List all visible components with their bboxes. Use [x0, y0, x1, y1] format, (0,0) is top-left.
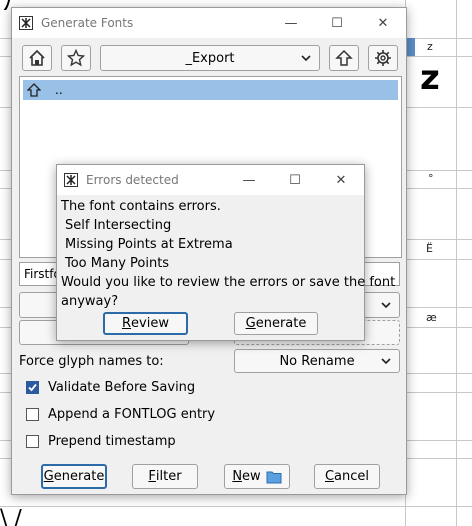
- force-glyph-names-label: Force glyph names to:: [19, 354, 164, 369]
- cancel-button[interactable]: Cancel: [314, 464, 380, 489]
- title-bar: Errors detected — ☐ ✕: [57, 165, 364, 195]
- glyph-label: °: [428, 172, 434, 185]
- list-item[interactable]: ..: [23, 80, 398, 100]
- glyph-label: æ: [426, 311, 437, 324]
- minimize-icon[interactable]: —: [226, 165, 272, 195]
- button-label-post: enerate: [255, 316, 307, 331]
- error-item: Missing Points at Extrema: [65, 237, 233, 252]
- gear-icon: [375, 50, 391, 66]
- question-text: anyway?: [61, 294, 119, 309]
- window-title: Generate Fonts: [41, 16, 134, 30]
- up-arrow-icon: [335, 49, 353, 66]
- validate-label: Validate Before Saving: [48, 380, 196, 395]
- glyph-label: Ë: [426, 242, 433, 255]
- parent-directory-button[interactable]: [329, 45, 359, 71]
- button-label-post: ancel: [334, 469, 370, 484]
- home-icon: [29, 49, 45, 66]
- glyph-names-value: No Rename: [279, 353, 355, 369]
- window-title: Errors detected: [86, 173, 179, 187]
- button-label-post: ilter: [155, 469, 182, 484]
- button-label-post: eview: [131, 316, 169, 331]
- folder-icon: [266, 471, 282, 483]
- validate-checkbox[interactable]: [26, 381, 39, 394]
- title-bar: Generate Fonts — ☐ ✕: [12, 8, 406, 38]
- chevron-down-icon: [381, 358, 391, 365]
- errors-dialog: Errors detected — ☐ ✕ The font contains …: [56, 164, 395, 341]
- fontlog-checkbox[interactable]: [26, 408, 39, 421]
- settings-button[interactable]: [368, 45, 398, 71]
- chevron-down-icon: [301, 55, 311, 62]
- glyph-names-combo[interactable]: No Rename: [234, 349, 400, 373]
- checkmark-icon: [28, 383, 37, 392]
- button-label-accel: C: [324, 469, 335, 484]
- button-label-post: ew: [242, 469, 261, 484]
- list-item-label: ..: [55, 83, 63, 97]
- button-label-accel: G: [43, 469, 54, 484]
- button-label-post: enerate: [53, 469, 105, 484]
- button-label-accel: F: [148, 469, 156, 484]
- glyph-fragment: \ ∕: [0, 506, 22, 526]
- home-button[interactable]: [22, 45, 52, 71]
- maximize-icon[interactable]: ☐: [272, 165, 318, 195]
- app-icon: [19, 16, 33, 30]
- question-text: Would you like to review the errors or s…: [61, 275, 396, 290]
- button-label-accel: R: [122, 316, 132, 331]
- timestamp-label: Prepend timestamp: [48, 434, 176, 449]
- directory-value: _Export: [185, 50, 235, 66]
- glyph-preview: z: [420, 58, 440, 98]
- error-message: The font contains errors.: [61, 199, 221, 214]
- minimize-icon[interactable]: —: [268, 8, 314, 38]
- close-icon[interactable]: ✕: [360, 8, 406, 38]
- chevron-down-icon: [381, 302, 391, 309]
- review-button[interactable]: Review: [103, 312, 188, 335]
- generate-anyway-button[interactable]: Generate: [234, 312, 318, 335]
- maximize-icon[interactable]: ☐: [314, 8, 360, 38]
- app-icon: [64, 173, 78, 187]
- generate-button[interactable]: Generate: [41, 464, 107, 489]
- fontlog-label: Append a FONTLOG entry: [48, 407, 216, 422]
- bookmark-button[interactable]: [61, 45, 91, 71]
- new-folder-button[interactable]: New: [224, 464, 290, 489]
- button-label-accel: G: [245, 316, 256, 331]
- timestamp-checkbox[interactable]: [26, 435, 39, 448]
- filter-button[interactable]: Filter: [132, 464, 198, 489]
- glyph-label: z: [427, 40, 433, 53]
- star-icon: [67, 49, 85, 67]
- button-label-accel: N: [232, 469, 243, 484]
- directory-combo[interactable]: _Export: [100, 45, 320, 71]
- error-item: Too Many Points: [65, 256, 170, 271]
- error-item: Self Intersecting: [65, 218, 172, 233]
- up-arrow-icon: [27, 83, 41, 97]
- close-icon[interactable]: ✕: [318, 165, 364, 195]
